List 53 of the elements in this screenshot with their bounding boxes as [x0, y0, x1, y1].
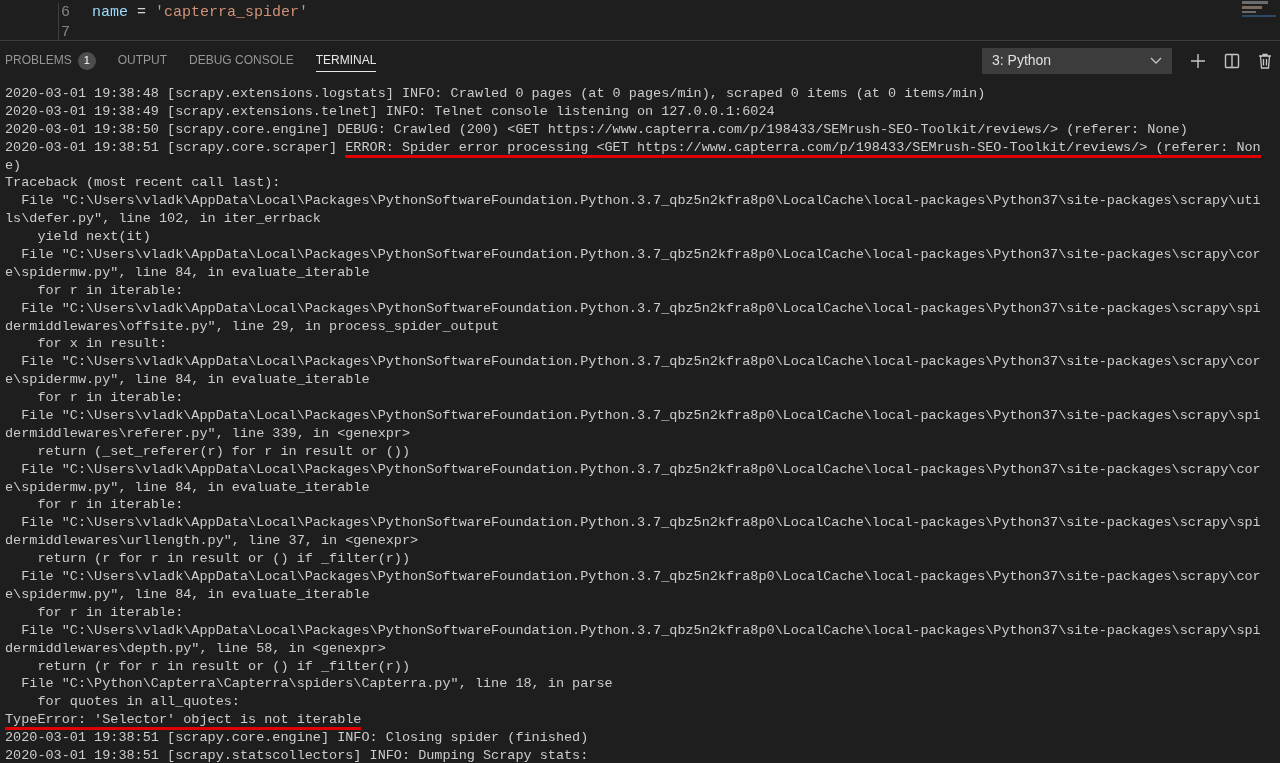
plus-icon[interactable] — [1190, 52, 1206, 69]
terminal-line: 2020-03-01 19:38:51 [scrapy.statscollectors] INFO: Dumping Scrapy stats: — [5, 746, 589, 763]
terminal-line: e) — [5, 156, 22, 175]
terminal-line: 2020-03-01 19:38:51 [scrapy.core.scraper] — [5, 138, 339, 157]
panel-tab[interactable]: PROBLEMS — [5, 49, 72, 72]
split-panel-icon[interactable] — [1224, 52, 1240, 69]
underlined-error-text: ERROR: Spider error processing <GET https://www.capterra.com/p/198433/SEMrush-SEO-Toolkit/reviews/> (referer: Non — [345, 138, 1261, 158]
panel-tab[interactable]: OUTPUT — [117, 49, 168, 72]
terminal-line: for quotes in all_quotes: — [36, 693, 240, 712]
terminal-line: dermiddlewares\depth.py", line 58, in <genexpr> — [5, 639, 386, 658]
terminal-line: for r in iterable: — [36, 603, 184, 622]
terminal-line: for r in iterable: — [36, 389, 184, 408]
panel-tab[interactable]: TERMINAL — [315, 49, 377, 72]
terminal-line: return (r for r in result or () if _filter(r)) — [36, 550, 411, 569]
terminal-line: 2020-03-01 19:38:49 [scrapy.extensions.telnet] INFO: Telnet console listening on 127.0.0.1:6024 — [5, 102, 775, 121]
code-line: name = 'capterra_spider' — [92, 2, 309, 23]
terminal-select[interactable]: 3: Python — [982, 47, 1172, 74]
terminal-line: return (_set_referer(r) for r in result or ()) — [36, 442, 411, 461]
terminal-line: File "C:\Users\vladk\AppData\Local\Packages\PythonSoftwareFoundation.Python.3.7_qbz5n2kfra8p0\LocalCache\local-packages\Python37\site-packages\scrapy\cor — [20, 246, 1261, 264]
terminal-line: File "C:\Users\vladk\AppData\Local\Packages\PythonSoftwareFoundation.Python.3.7_qbz5n2kfra8p0\LocalCache\local-packages\Python37\site-packages\scrapy\spi — [20, 514, 1261, 533]
terminal-line: File "C:\Users\vladk\AppData\Local\Packages\PythonSoftwareFoundation.Python.3.7_qbz5n2kfra8p0\LocalCache\local-packages\Python37\site-packages\scrapy\uti — [20, 192, 1261, 211]
terminal-line: e\spidermw.py", line 84, in evaluate_iterable — [5, 585, 370, 604]
terminal-line: dermiddlewares\offsite.py", line 29, in process_spider_output — [5, 317, 500, 336]
terminal-line: return (r for r in result or () if _filter(r)) — [36, 657, 411, 676]
terminal-line: File "C:\Users\vladk\AppData\Local\Packages\PythonSoftwareFoundation.Python.3.7_qbz5n2kfra8p0\LocalCache\local-packages\Python37\site-packages\scrapy\spi — [20, 299, 1261, 318]
terminal-line: File "C:\Users\vladk\AppData\Local\Packages\PythonSoftwareFoundation.Python.3.7_qbz5n2kfra8p0\LocalCache\local-packages\Python37\site-packages\scrapy\cor — [20, 568, 1261, 586]
terminal-line: 2020-03-01 19:38:50 [scrapy.core.engine] DEBUG: Crawled (200) <GET https://www.capterra.com/p/198433/SEMrush-SEO-Toolkit/reviews/> (referer: None) — [5, 120, 1188, 139]
terminal-line: 2020-03-01 19:38:48 [scrapy.extensions.logstats] INFO: Crawled 0 pages (at 0 pages/min), scraped 0 items (at 0 items/min) — [5, 85, 986, 103]
terminal-line: for r in iterable: — [36, 281, 184, 300]
minimap-drawing — [1242, 0, 1276, 17]
terminal-line: dermiddlewares\urllength.py", line 37, in <genexpr> — [5, 532, 419, 551]
terminal-line: File "C:\Users\vladk\AppData\Local\Packages\PythonSoftwareFoundation.Python.3.7_qbz5n2kfra8p0\LocalCache\local-packages\Python37\site-packages\scrapy\cor — [20, 353, 1261, 372]
terminal-line: e\spidermw.py", line 84, in evaluate_iterable — [5, 263, 370, 282]
terminal-line: e\spidermw.py", line 84, in evaluate_iterable — [5, 478, 370, 497]
count-badge: 1 — [77, 51, 96, 70]
terminal-line: ls\defer.py", line 102, in iter_errback — [5, 210, 321, 229]
line-number: 7 — [60, 22, 70, 40]
underlined-error-text: TypeError: 'Selector' object is not iterable — [5, 711, 362, 731]
line-number: 6 — [60, 2, 70, 23]
terminal-line: File "C:\Users\vladk\AppData\Local\Packages\PythonSoftwareFoundation.Python.3.7_qbz5n2kfra8p0\LocalCache\local-packages\Python37\site-packages\scrapy\cor — [20, 460, 1261, 479]
trash-icon[interactable] — [1258, 52, 1272, 69]
terminal-line: File "C:\Python\Capterra\Capterra\spiders\Capterra.py", line 18, in parse — [20, 675, 613, 694]
terminal-line: e\spidermw.py", line 84, in evaluate_iterable — [5, 371, 370, 390]
terminal-line: File "C:\Users\vladk\AppData\Local\Packages\PythonSoftwareFoundation.Python.3.7_qbz5n2kfra8p0\LocalCache\local-packages\Python37\site-packages\scrapy\spi — [20, 407, 1261, 425]
panel-tab[interactable]: DEBUG CONSOLE — [189, 49, 294, 72]
terminal-line: yield next(it) — [36, 228, 151, 246]
terminal-line: 2020-03-01 19:38:51 [scrapy.core.engine] INFO: Closing spider (finished) — [5, 729, 589, 747]
terminal-line: for r in iterable: — [36, 496, 184, 515]
terminal-line: File "C:\Users\vladk\AppData\Local\Packages\PythonSoftwareFoundation.Python.3.7_qbz5n2kfra8p0\LocalCache\local-packages\Python37\site-packages\scrapy\spi — [20, 621, 1261, 640]
terminal-line: for x in result: — [36, 335, 168, 354]
chevron-down-icon — [1150, 56, 1162, 65]
terminal-line: Traceback (most recent call last): — [5, 174, 281, 193]
terminal-line: dermiddlewares\referer.py", line 339, in <genexpr> — [5, 424, 411, 443]
